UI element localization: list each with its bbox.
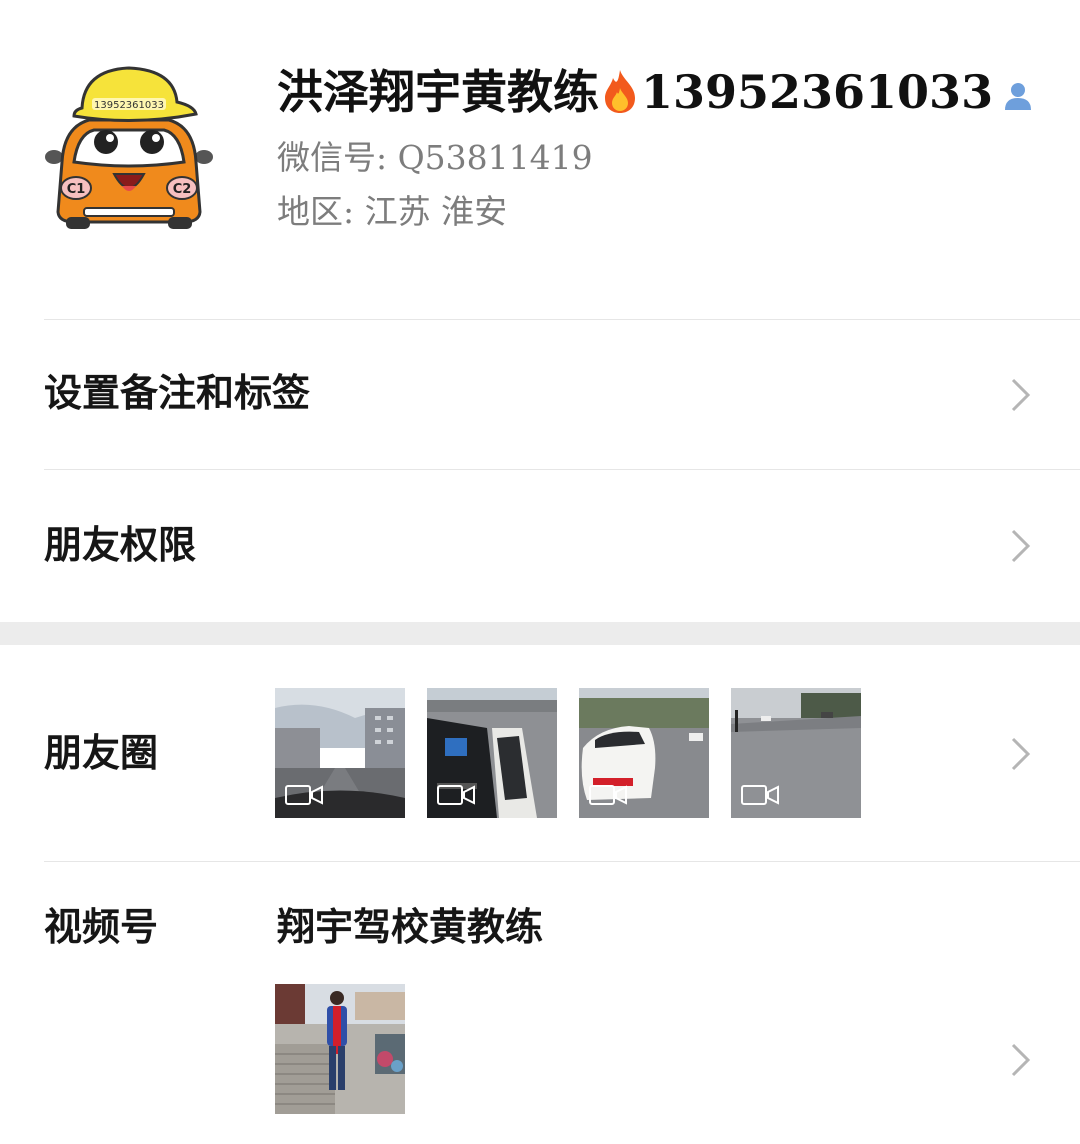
moments-label: 朋友圈: [44, 730, 159, 775]
video-icon: [285, 785, 323, 805]
chevron-right-icon: [1011, 1043, 1031, 1077]
fire-icon: [601, 68, 639, 114]
channels-thumbnail[interactable]: [275, 984, 405, 1114]
hat-phone-text: 13952361033: [94, 100, 164, 111]
moments-row[interactable]: 朋友圈: [0, 645, 1080, 861]
nickname: 洪泽翔宇黄教练 13952361033: [277, 62, 993, 122]
wechat-id: 微信号: Q53811419: [277, 138, 593, 177]
region: 地区: 江苏 淮安: [277, 192, 508, 231]
video-icon: [741, 785, 779, 805]
chevron-right-icon: [1011, 529, 1031, 563]
nickname-prefix: 洪泽翔宇黄教练: [277, 65, 599, 119]
avatar[interactable]: C1 C2 13952361033: [44, 62, 214, 232]
remark-and-tags-label: 设置备注和标签: [44, 370, 311, 415]
moment-thumbnail-road[interactable]: [275, 688, 405, 818]
right-badge-text: C2: [173, 182, 192, 197]
remark-and-tags-row[interactable]: 设置备注和标签: [0, 320, 1080, 469]
chevron-right-icon: [1011, 737, 1031, 771]
channels-label: 视频号: [44, 904, 159, 949]
moment-thumbnail-car-door[interactable]: [427, 688, 557, 818]
moment-thumbnail-white-car[interactable]: [579, 688, 709, 818]
nickname-phone: 13952361033: [641, 65, 994, 119]
channels-name: 翔宇驾校黄教练: [277, 904, 544, 949]
friend-permission-row[interactable]: 朋友权限: [0, 470, 1080, 621]
chevron-right-icon: [1011, 378, 1031, 412]
moment-thumbnail-street[interactable]: [731, 688, 861, 818]
video-icon: [589, 785, 627, 805]
contact-person-icon: [1003, 80, 1033, 112]
friend-permission-label: 朋友权限: [44, 522, 197, 567]
section-gap: [0, 622, 1080, 645]
left-badge-text: C1: [67, 182, 86, 197]
video-icon: [437, 785, 475, 805]
